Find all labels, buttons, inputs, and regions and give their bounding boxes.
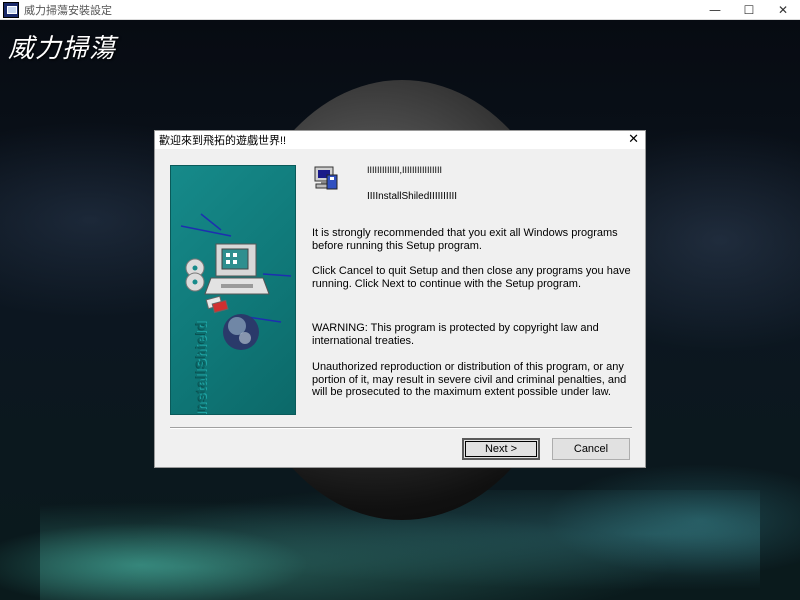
minimize-button[interactable]: —	[698, 0, 732, 20]
cancel-button[interactable]: Cancel	[552, 438, 630, 460]
dialog-separator	[170, 427, 632, 429]
setup-dialog: 歡迎來到飛拓的遊戲世界!! ✕ InstallShield IIIIIIIIII…	[154, 130, 646, 468]
copyright-warning-text: WARNING: This program is protected by co…	[312, 322, 599, 347]
next-button[interactable]: Next >	[462, 438, 540, 460]
installshield-artwork: InstallShield	[170, 165, 296, 415]
close-window-button[interactable]: ✕	[766, 0, 800, 20]
window-controls: — ☐ ✕	[698, 0, 800, 20]
window-titlebar: 威力掃蕩安裝設定 — ☐ ✕	[0, 0, 800, 20]
window-title: 威力掃蕩安裝設定	[24, 4, 112, 17]
brand-title: 威力掃蕩	[8, 34, 117, 64]
artwork-illustration	[180, 213, 292, 350]
dialog-titlebar: 歡迎來到飛拓的遊戲世界!! ✕	[155, 131, 645, 149]
instructions-text: Click Cancel to quit Setup and then clos…	[312, 265, 631, 290]
dialog-title: 歡迎來到飛拓的遊戲世界!!	[159, 135, 287, 147]
computer-icon	[204, 243, 270, 295]
setup-computer-icon	[314, 166, 338, 190]
globe-icon	[223, 314, 259, 350]
setup-heading-line: IIIIIIIIIIIII,IIIIIIIIIIIIIIII	[367, 165, 443, 175]
cd-disc-icon	[185, 258, 205, 292]
artwork-label: InstallShield	[193, 320, 209, 415]
legal-warning-text: Unauthorized reproduction or distributio…	[312, 361, 627, 398]
floppy-disk-icon	[205, 295, 229, 314]
setup-subheading-line: IIIInstallShiledIIIIIIIIII	[367, 191, 458, 202]
installer-app-icon	[3, 1, 19, 18]
dialog-close-button[interactable]: ✕	[628, 132, 639, 148]
maximize-button[interactable]: ☐	[732, 0, 766, 20]
exit-programs-text: It is strongly recommended that you exit…	[312, 227, 618, 252]
